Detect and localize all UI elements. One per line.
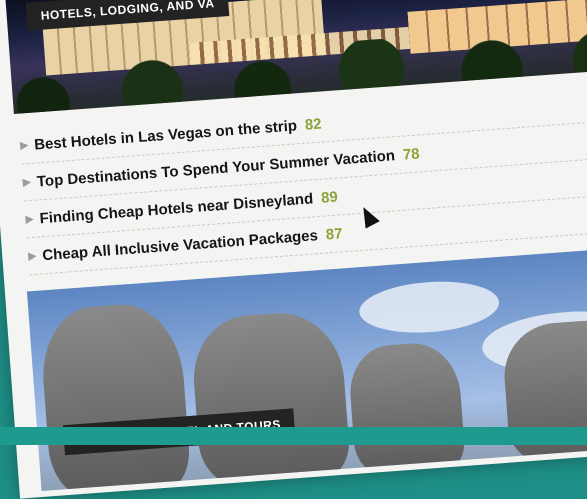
content-card: HOTELS, LODGING, AND VA ▶ Best Hotels in… (0, 0, 587, 499)
article-score: 78 (402, 144, 421, 164)
arrow-right-icon: ▶ (22, 176, 32, 189)
article-score: 82 (304, 115, 323, 134)
mount-rushmore-image[interactable]: SPECIALTY TRAVEL AND TOURS (26, 244, 587, 492)
arrow-right-icon: ▶ (19, 139, 29, 152)
cloud-graphic (357, 277, 501, 338)
arrow-right-icon: ▶ (25, 213, 34, 225)
arrow-right-icon: ▶ (27, 250, 37, 262)
rock-face-graphic (189, 308, 352, 490)
article-score: 89 (320, 188, 339, 207)
teal-footer-bar (0, 427, 587, 445)
rock-face-graphic (346, 340, 467, 478)
rock-face-graphic (38, 300, 192, 492)
article-list: ▶ Best Hotels in Las Vegas on the strip … (18, 82, 587, 276)
article-score: 87 (325, 224, 344, 243)
